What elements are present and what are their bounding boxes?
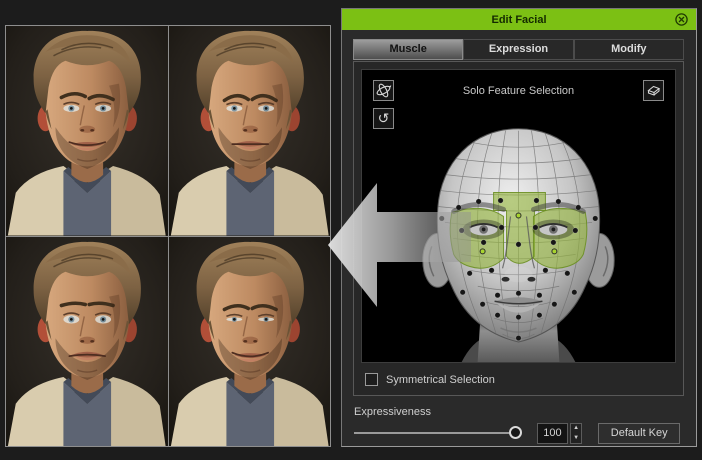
checkbox-box[interactable] [365,373,378,386]
spinner-up-icon[interactable]: ▲ [571,424,582,434]
expressiveness-value-input[interactable]: 100 [537,423,568,444]
checkbox-label: Symmetrical Selection [386,374,495,386]
expressiveness-label: Expressiveness [354,406,431,418]
portrait-bottom-right [169,237,331,447]
tab-modify[interactable]: Modify [574,39,684,60]
portrait-render-slight-smile [6,26,168,236]
close-icon[interactable] [674,12,689,27]
reset-rotation-icon[interactable]: ↺ [373,108,394,129]
slider-handle[interactable] [509,426,522,439]
portrait-render-concerned-raised-brows [6,237,168,447]
portrait-preview-grid [5,25,331,447]
portrait-render-stern-frown [169,26,331,236]
portrait-top-left [6,26,168,236]
default-key-button[interactable]: Default Key [598,423,680,444]
tab-muscle[interactable]: Muscle [353,39,463,60]
viewport-caption: Solo Feature Selection [362,85,675,97]
spinner-down-icon[interactable]: ▼ [571,433,582,443]
panel-title: Edit Facial [491,14,546,26]
symmetrical-selection-checkbox[interactable]: Symmetrical Selection [365,373,495,386]
expressiveness-controls: 100 ▲ ▼ Default Key [354,422,680,444]
wireframe-head-canvas[interactable] [362,70,675,362]
face-selection-viewport[interactable]: Solo Feature Selection ↺ [361,69,676,363]
value-spinner: ▲ ▼ [570,423,583,444]
tab-expression[interactable]: Expression [463,39,573,60]
portrait-render-squint-smirk [169,237,331,447]
expressiveness-slider[interactable] [354,422,522,444]
app-window: Edit Facial Muscle Expression Modify [0,0,702,460]
panel-title-bar[interactable]: Edit Facial [342,9,696,30]
solo-selection-cube-icon[interactable] [643,80,664,101]
tab-bar: Muscle Expression Modify [353,39,684,60]
portrait-bottom-left [6,237,168,447]
orbit-rotate-icon[interactable] [373,80,394,101]
slider-track[interactable] [354,432,512,434]
muscle-tab-content: Solo Feature Selection ↺ [353,61,684,396]
edit-facial-panel: Edit Facial Muscle Expression Modify [341,8,697,447]
portrait-top-right [169,26,331,236]
